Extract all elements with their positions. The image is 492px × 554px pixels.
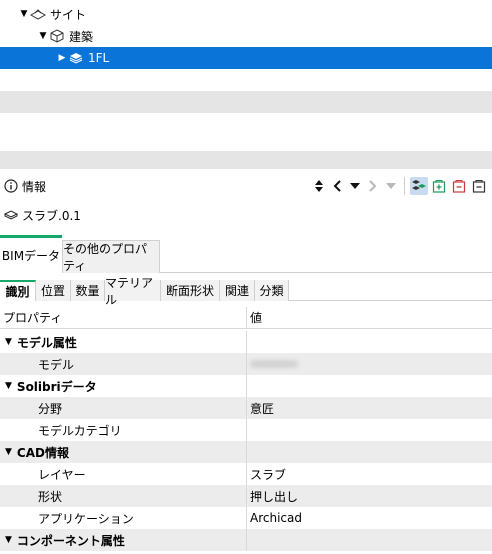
tree-row-site[interactable]: ▼ サイト — [0, 3, 492, 25]
property-value: Archicad — [250, 511, 302, 525]
collapse-icon[interactable]: ▶ — [56, 53, 68, 63]
up-down-icon[interactable] — [311, 176, 327, 196]
tree-row-building[interactable]: ▼ 建築 — [0, 25, 492, 47]
redacted-value — [250, 360, 298, 368]
tab-other-properties[interactable]: その他のプロパティ — [62, 240, 160, 273]
group-label: Solibriデータ — [16, 379, 97, 394]
info-title-label: 情報 — [22, 179, 47, 194]
group-row[interactable]: ▼ Solibriデータ — [0, 375, 492, 397]
floor-icon — [68, 51, 84, 65]
table-row[interactable]: レイヤー スラブ — [0, 463, 492, 485]
table-row[interactable]: モデル — [0, 353, 492, 375]
tab-location[interactable]: 位置 — [36, 280, 71, 301]
tab-label: 関連 — [224, 284, 249, 298]
column-header-value[interactable]: 値 — [250, 309, 262, 326]
group-label: モデル属性 — [16, 335, 77, 350]
group-row[interactable]: ▼ コンポーネント属性 — [0, 529, 492, 551]
expand-icon[interactable]: ▼ — [37, 31, 49, 41]
table-row[interactable]: アプリケーション Archicad — [0, 507, 492, 529]
slab-icon — [4, 210, 18, 220]
secondary-tabs: 識別 位置 数量 マテリアル 断面形状 関連 分類 — [0, 276, 492, 307]
property-name: 分野 — [38, 401, 63, 416]
group-expand-icon[interactable]: ▼ — [5, 447, 12, 457]
group-expand-icon[interactable]: ▼ — [5, 337, 12, 347]
site-icon — [30, 7, 46, 21]
next-icon[interactable] — [365, 176, 381, 196]
tab-label: 識別 — [5, 285, 30, 299]
tab-label: マテリアル — [105, 275, 154, 307]
tab-label: 断面形状 — [165, 284, 214, 298]
tab-quantity[interactable]: 数量 — [71, 280, 105, 301]
dropdown-icon[interactable] — [347, 176, 363, 196]
group-label: コンポーネント属性 — [16, 533, 125, 548]
property-value: スラブ — [250, 467, 287, 482]
tree-label: サイト — [50, 7, 87, 22]
group-label: CAD情報 — [16, 445, 69, 460]
table-header: プロパティ 値 — [0, 306, 492, 329]
expand-icon[interactable]: ▼ — [18, 9, 30, 19]
tab-label: 分類 — [259, 284, 284, 298]
info-panel-header: 情報 — [0, 172, 492, 200]
tree-empty-row — [0, 151, 492, 169]
table-row[interactable]: 形状 押し出し — [0, 485, 492, 507]
property-value: 意匠 — [250, 401, 275, 416]
property-name: レイヤー — [38, 467, 86, 482]
table-row[interactable]: 分野 意匠 — [0, 397, 492, 419]
component-filter-icon[interactable] — [410, 177, 428, 195]
building-cube-icon — [49, 29, 65, 43]
tab-label: その他のプロパティ — [63, 242, 148, 273]
tab-label: 位置 — [40, 284, 65, 298]
group-row[interactable]: ▼ CAD情報 — [0, 441, 492, 463]
info-icon — [4, 179, 18, 193]
property-name: モデル — [38, 357, 75, 372]
tab-material[interactable]: マテリアル — [105, 276, 161, 307]
property-name: モデルカテゴリ — [38, 423, 122, 438]
remove-item-icon[interactable] — [450, 177, 468, 195]
table-row[interactable]: モデルカテゴリ — [0, 419, 492, 441]
property-name: アプリケーション — [38, 511, 134, 526]
group-expand-icon[interactable]: ▼ — [5, 381, 12, 391]
tree-label: 1FL — [88, 51, 110, 65]
dropdown-disabled-icon[interactable] — [383, 176, 399, 196]
object-name: スラブ.0.1 — [22, 208, 81, 223]
group-expand-icon[interactable]: ▼ — [5, 535, 12, 545]
divider — [404, 177, 405, 195]
nav-toolbar — [311, 176, 488, 196]
clipboard-icon[interactable] — [470, 177, 488, 195]
tree-label: 建築 — [69, 29, 94, 44]
tab-bim-data[interactable]: BIMデータ — [0, 235, 62, 273]
selected-object: スラブ.0.1 — [0, 204, 81, 226]
primary-tabs: BIMデータ その他のプロパティ — [0, 235, 492, 273]
tree-empty-row — [0, 91, 492, 113]
property-value: 押し出し — [250, 489, 299, 504]
group-row[interactable]: ▼ モデル属性 — [0, 331, 492, 353]
tab-profile[interactable]: 断面形状 — [161, 280, 220, 301]
previous-icon[interactable] — [329, 176, 345, 196]
tab-classification[interactable]: 分類 — [255, 280, 289, 301]
tab-relations[interactable]: 関連 — [220, 280, 255, 301]
info-title: 情報 — [4, 178, 46, 195]
property-name: 形状 — [38, 489, 63, 504]
tab-label: BIMデータ — [1, 249, 61, 263]
tab-identification[interactable]: 識別 — [0, 280, 36, 301]
column-header-property[interactable]: プロパティ — [3, 309, 62, 326]
add-item-icon[interactable] — [430, 177, 448, 195]
tree-row-1fl[interactable]: ▶ 1FL — [0, 47, 492, 69]
tab-label: 数量 — [75, 284, 100, 298]
